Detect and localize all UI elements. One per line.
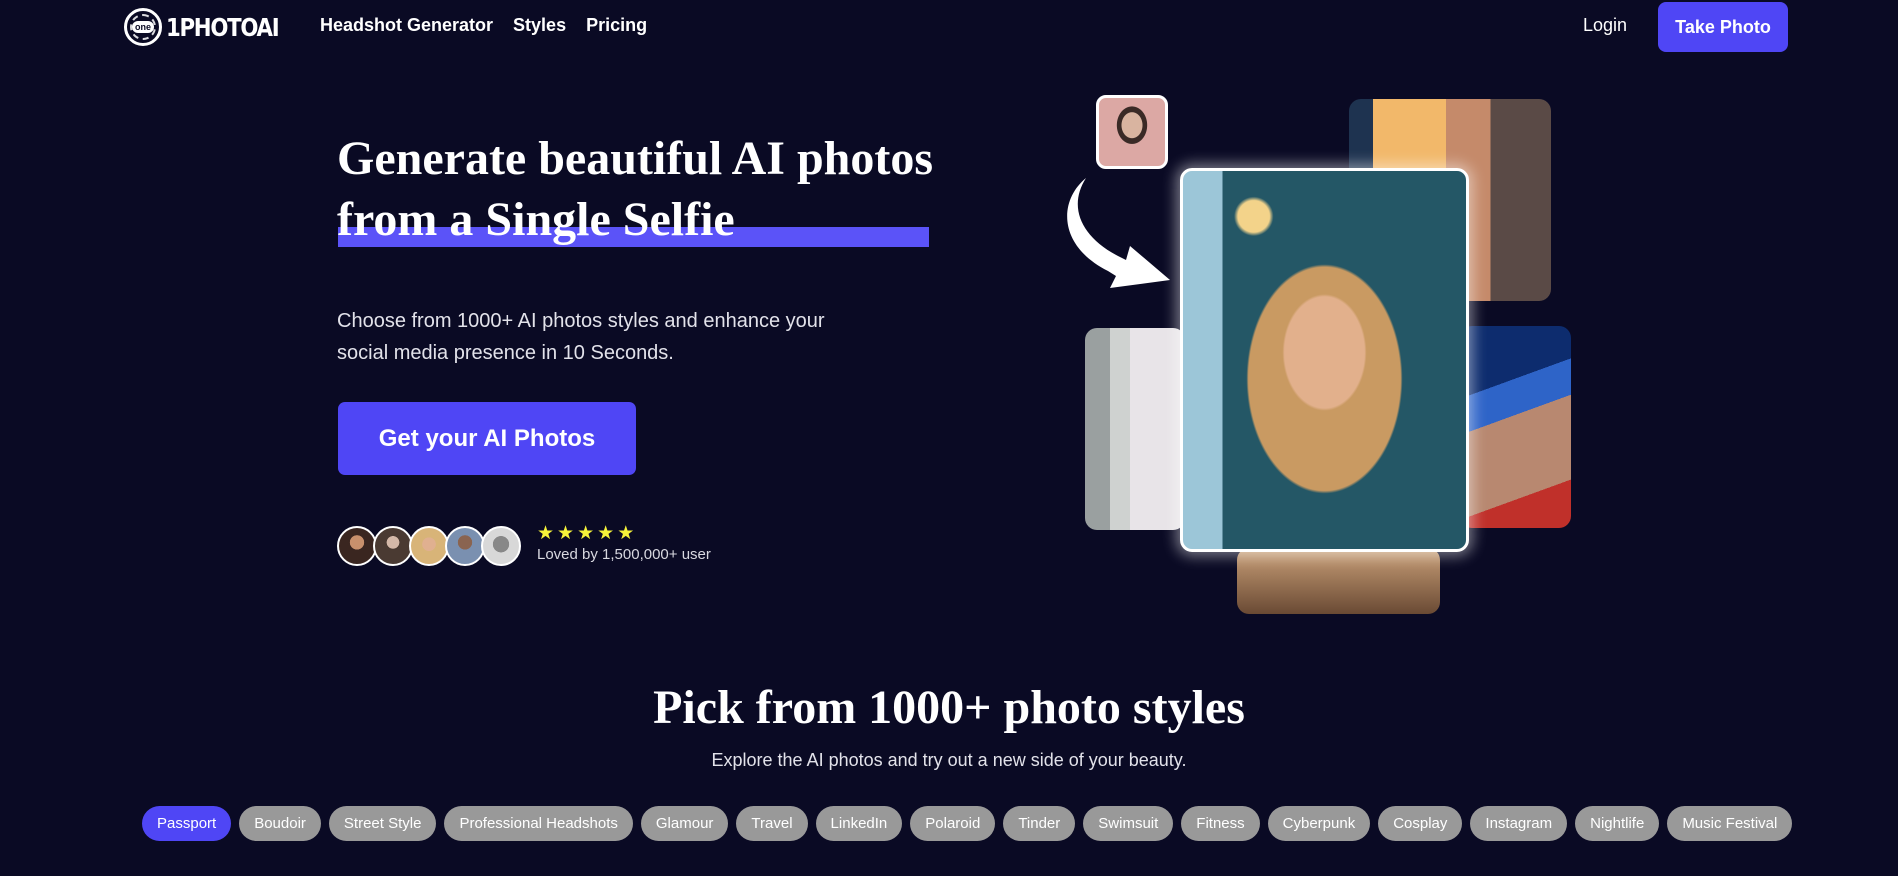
star-icon: ★ <box>557 523 575 544</box>
style-chips: Passport Boudoir Street Style Profession… <box>142 806 1793 841</box>
chip-nightlife[interactable]: Nightlife <box>1575 806 1660 841</box>
chip-swimsuit[interactable]: Swimsuit <box>1083 806 1174 841</box>
sample-photo-left <box>1085 328 1185 530</box>
chip-linkedin[interactable]: LinkedIn <box>815 806 903 841</box>
user-avatars <box>337 526 521 566</box>
generated-photo-main <box>1180 168 1469 552</box>
chip-fitness[interactable]: Fitness <box>1181 806 1260 841</box>
chip-music-festival[interactable]: Music Festival <box>1667 806 1793 841</box>
styles-section-subtitle: Explore the AI photos and try out a new … <box>711 750 1187 770</box>
loved-by-text: Loved by 1,500,000+ user <box>537 546 711 563</box>
nav-link-pricing[interactable]: Pricing <box>586 15 647 36</box>
chip-glamour[interactable]: Glamour <box>640 806 729 841</box>
top-nav: one 1PHOTOAI Headshot Generator Styles P… <box>0 0 1898 52</box>
hero-title: Generate beautiful AI photos from a Sing… <box>337 128 1017 250</box>
hero-subtitle: Choose from 1000+ AI photos styles and e… <box>337 310 825 364</box>
chip-passport[interactable]: Passport <box>142 806 232 841</box>
chip-boudoir[interactable]: Boudoir <box>239 806 321 841</box>
nav-links: Headshot Generator Styles Pricing <box>320 15 647 36</box>
logo-text: 1PHOTOAI <box>166 12 280 42</box>
hero-title-line-2: from a Single Selfie <box>337 193 735 246</box>
star-icon: ★ <box>617 523 635 544</box>
chip-professional-headshots[interactable]: Professional Headshots <box>444 806 633 841</box>
take-photo-button[interactable]: Take Photo <box>1658 2 1788 52</box>
chip-instagram[interactable]: Instagram <box>1470 806 1568 841</box>
rating-block: ★ ★ ★ ★ ★ Loved by 1,500,000+ user <box>537 524 711 564</box>
avatar <box>373 526 413 566</box>
chip-polaroid[interactable]: Polaroid <box>910 806 996 841</box>
login-link[interactable]: Login <box>1583 15 1627 36</box>
star-rating: ★ ★ ★ ★ ★ <box>537 524 711 544</box>
get-ai-photos-button[interactable]: Get your AI Photos <box>338 402 636 475</box>
hero-title-line-1: Generate beautiful AI photos <box>337 132 934 185</box>
avatar <box>481 526 521 566</box>
nav-link-headshot-generator[interactable]: Headshot Generator <box>320 15 493 36</box>
star-icon: ★ <box>597 523 615 544</box>
chip-street-style[interactable]: Street Style <box>328 806 437 841</box>
avatar <box>445 526 485 566</box>
styles-section-title: Pick from 1000+ photo styles <box>653 681 1245 734</box>
chip-travel[interactable]: Travel <box>736 806 808 841</box>
sample-photo-right <box>1460 326 1571 528</box>
input-selfie-thumbnail <box>1096 95 1168 169</box>
logo-badge: one <box>131 21 154 33</box>
sample-photo-bottom <box>1237 548 1440 614</box>
avatar <box>409 526 449 566</box>
chip-tinder[interactable]: Tinder <box>1003 806 1076 841</box>
avatar <box>337 526 377 566</box>
curved-arrow-icon <box>1067 178 1170 288</box>
chip-cyberpunk[interactable]: Cyberpunk <box>1267 806 1371 841</box>
nav-link-styles[interactable]: Styles <box>513 15 566 36</box>
chip-cosplay[interactable]: Cosplay <box>1378 806 1463 841</box>
star-icon: ★ <box>537 523 555 544</box>
camera-aperture-icon: one <box>124 8 162 46</box>
logo[interactable]: one 1PHOTOAI <box>124 8 298 46</box>
star-icon: ★ <box>577 523 595 544</box>
